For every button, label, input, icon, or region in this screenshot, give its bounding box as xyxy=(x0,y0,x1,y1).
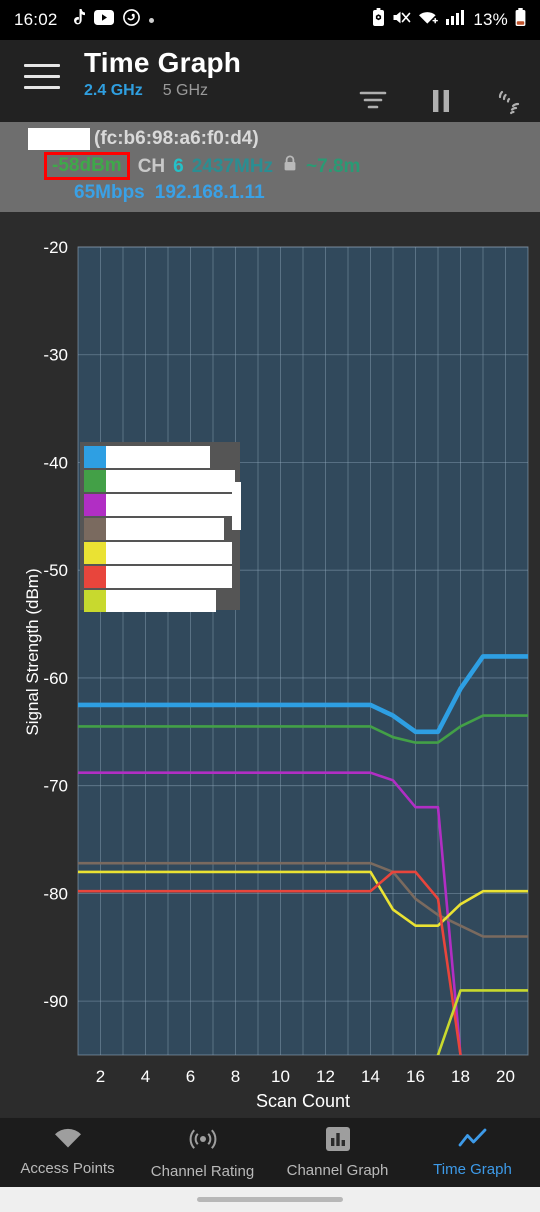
battery-percent-label: 13% xyxy=(473,10,508,29)
ap-channel-number: 6 xyxy=(173,155,184,177)
y-axis-tick-label: -80 xyxy=(43,884,68,903)
status-bar-clock: 16:02 xyxy=(14,10,58,29)
y-axis-tick-label: -40 xyxy=(43,453,68,472)
line-chart-icon xyxy=(458,1127,488,1156)
legend-label-6-redacted xyxy=(106,565,232,588)
x-axis-tick-label: 8 xyxy=(231,1067,240,1086)
app-bar-actions xyxy=(358,86,524,121)
app-bar: Time Graph 2.4 GHz 5 GHz xyxy=(0,40,540,122)
x-axis-tick-label: 10 xyxy=(271,1067,290,1086)
x-axis-tick-label: 12 xyxy=(316,1067,335,1086)
legend-item-4[interactable] xyxy=(84,517,224,540)
x-axis-tick-label: 20 xyxy=(496,1067,515,1086)
legend-swatch-2 xyxy=(84,469,106,492)
ap-bssid: (fc:b6:98:a6:f0:d4) xyxy=(94,128,259,150)
wifi-icon xyxy=(418,9,439,31)
legend-item-3[interactable] xyxy=(84,493,240,516)
x-axis-tick-label: 18 xyxy=(451,1067,470,1086)
page-title: Time Graph xyxy=(84,47,242,78)
nav-label-channel-rating: Channel Rating xyxy=(150,1162,255,1180)
legend-swatch-1 xyxy=(84,445,106,468)
hamburger-menu-icon[interactable] xyxy=(24,64,60,89)
legend-item-6[interactable] xyxy=(84,565,232,588)
band-tab-24ghz[interactable]: 2.4 GHz xyxy=(84,82,143,100)
legend-label-overflow-a xyxy=(232,481,241,530)
gesture-pill[interactable] xyxy=(197,1196,343,1202)
system-gesture-bar xyxy=(0,1186,540,1212)
status-bar-notification-icons xyxy=(69,8,154,32)
nav-label-time-graph: Time Graph xyxy=(433,1160,512,1178)
legend-item-2[interactable] xyxy=(84,469,235,492)
ap-distance: ~7.8m xyxy=(306,155,361,177)
battery-saver-icon xyxy=(372,8,385,32)
nav-label-access-points: Access Points xyxy=(20,1160,115,1178)
tiktok-icon xyxy=(69,8,85,32)
youtube-icon xyxy=(93,10,114,30)
y-axis-tick-label: -70 xyxy=(43,776,68,795)
legend-label-4-redacted xyxy=(106,517,224,540)
ap-identity-row: (fc:b6:98:a6:f0:d4) xyxy=(14,128,530,150)
y-axis-tick-label: -30 xyxy=(43,345,68,364)
ssid-redacted-block xyxy=(28,128,90,150)
y-axis-label: Signal Strength (dBm) xyxy=(23,567,42,736)
ap-ip-address: 192.168.1.11 xyxy=(154,182,265,204)
legend-label-7-redacted xyxy=(106,589,216,612)
x-axis-tick-label: 2 xyxy=(96,1067,105,1086)
ap-rssi-highlight: -58dBm xyxy=(44,152,130,181)
status-bar: 16:02 13% xyxy=(0,0,540,40)
nav-item-access-points[interactable]: Access Points xyxy=(0,1118,135,1187)
y-axis-tick-label: -50 xyxy=(43,561,68,580)
legend-item-5[interactable] xyxy=(84,541,232,564)
dot-indicator xyxy=(148,17,154,23)
radar-icon xyxy=(189,1125,217,1158)
legend-swatch-5 xyxy=(84,541,106,564)
band-tab-5ghz[interactable]: 5 GHz xyxy=(163,82,208,100)
cellular-signal-icon xyxy=(446,10,465,30)
x-axis-tick-label: 16 xyxy=(406,1067,425,1086)
app-icon xyxy=(122,9,140,31)
status-bar-system-icons: 13% xyxy=(372,8,526,32)
filter-icon[interactable] xyxy=(358,88,388,119)
time-graph-chart[interactable]: -20 -30 -40 -50 -60 -70 -80 -90 2 4 6 8 10 12 14 16 18 20… xyxy=(0,211,540,1117)
lock-icon xyxy=(283,155,297,177)
nav-label-channel-graph: Channel Graph xyxy=(286,1161,389,1179)
mute-icon xyxy=(392,9,411,31)
wifi-icon xyxy=(53,1127,83,1155)
chart-canvas: -20 -30 -40 -50 -60 -70 -80 -90 2 4 6 8 10 12 14 16 18 20… xyxy=(43,238,529,1111)
ap-network-row: 65Mbps 192.168.1.11 xyxy=(74,182,530,203)
bottom-navigation: Access Points Channel Rating Channel Gra… xyxy=(0,1116,540,1187)
x-axis-tick-label: 14 xyxy=(361,1067,380,1086)
bar-chart-icon xyxy=(325,1126,351,1157)
scan-icon[interactable] xyxy=(494,86,524,121)
ap-channel-label: CH xyxy=(137,155,166,177)
legend-swatch-4 xyxy=(84,517,106,540)
connected-access-point-info[interactable]: (fc:b6:98:a6:f0:d4) -58dBm CH 6 2437MHz … xyxy=(0,122,540,212)
legend-label-5-redacted xyxy=(106,541,232,564)
y-axis-tick-label: -60 xyxy=(43,668,68,687)
legend-swatch-6 xyxy=(84,565,106,588)
ap-frequency: 2437MHz xyxy=(191,155,274,177)
x-axis-label: Scan Count xyxy=(256,1091,350,1111)
legend-label-3-redacted xyxy=(106,493,240,516)
app-bar-title-block: Time Graph 2.4 GHz 5 GHz xyxy=(84,46,241,100)
y-axis-tick-label: -20 xyxy=(43,238,68,257)
legend-swatch-7 xyxy=(84,589,106,612)
battery-icon xyxy=(515,8,526,32)
legend-label-2-redacted xyxy=(106,469,235,492)
y-axis-tick-label: -90 xyxy=(43,992,68,1011)
legend-label-1-redacted xyxy=(106,445,210,468)
nav-item-channel-graph[interactable]: Channel Graph xyxy=(270,1118,405,1187)
x-axis-tick-label: 4 xyxy=(141,1067,150,1086)
legend-item-1[interactable] xyxy=(84,445,210,468)
band-selector: 2.4 GHz 5 GHz xyxy=(84,82,241,100)
chart-legend xyxy=(80,441,240,612)
legend-item-7[interactable] xyxy=(84,589,216,612)
legend-swatch-3 xyxy=(84,493,106,516)
nav-item-channel-rating[interactable]: Channel Rating xyxy=(135,1118,270,1187)
ap-link-speed: 65Mbps xyxy=(74,182,145,204)
ap-signal-row: -58dBm CH 6 2437MHz ~7.8m xyxy=(14,152,530,181)
x-axis-tick-label: 6 xyxy=(186,1067,195,1086)
pause-icon[interactable] xyxy=(428,87,454,120)
nav-item-time-graph[interactable]: Time Graph xyxy=(405,1118,540,1187)
